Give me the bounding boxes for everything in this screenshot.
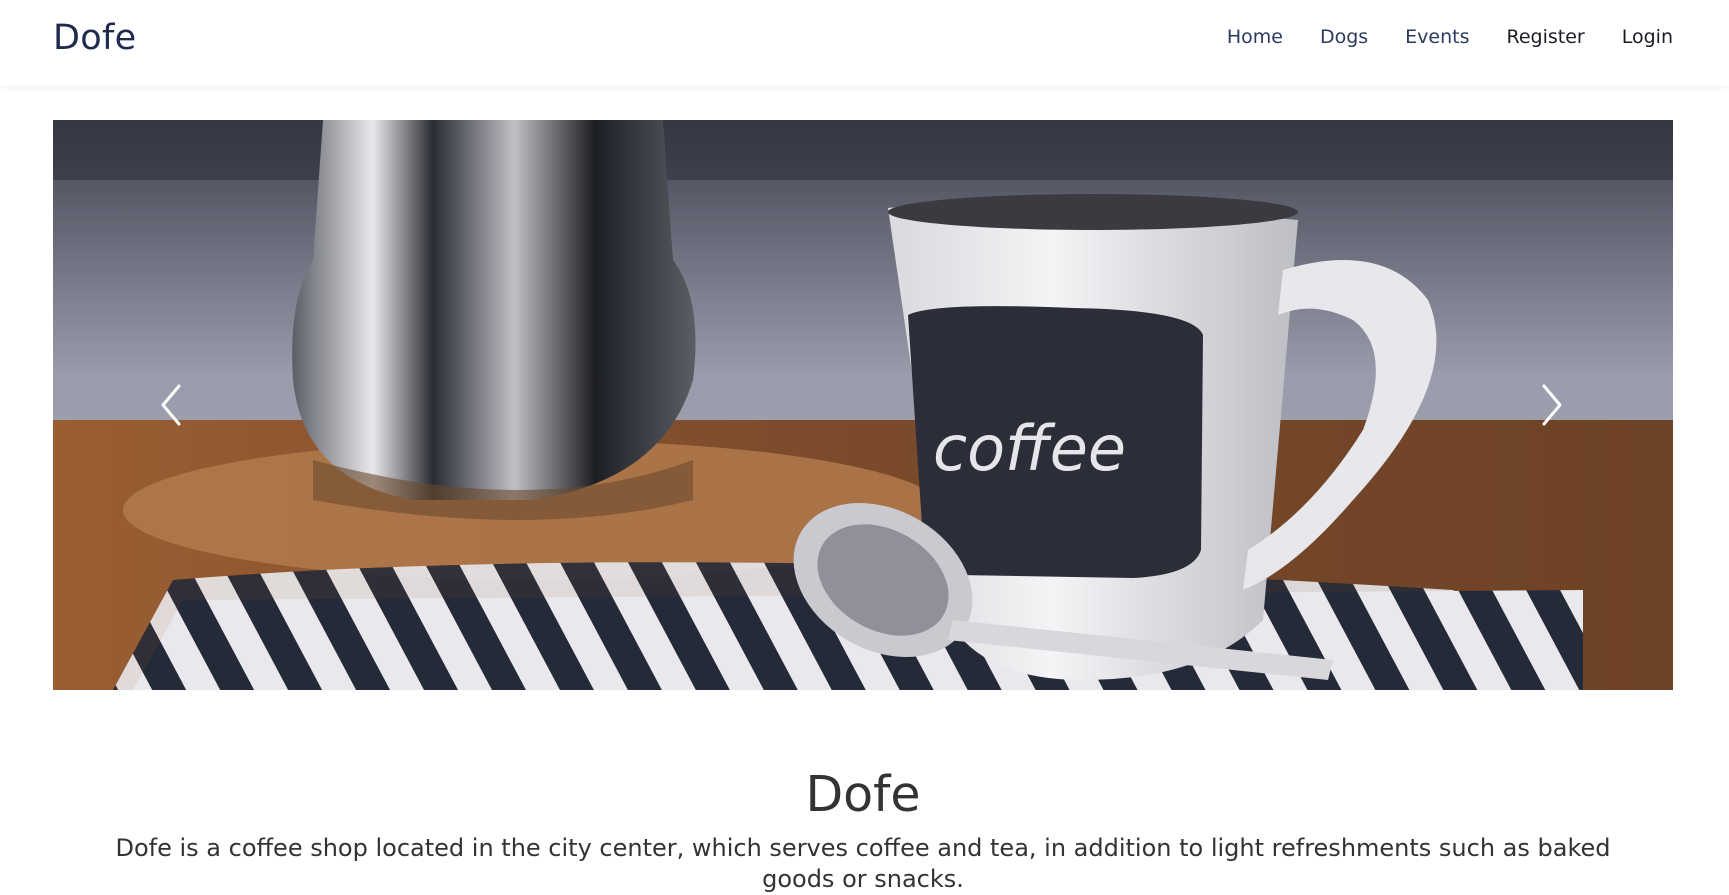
svg-text:coffee: coffee <box>933 412 1126 485</box>
chevron-left-icon <box>161 384 181 426</box>
coffee-mug-photo: coffee <box>53 120 1673 690</box>
brand-logo[interactable]: Dofe <box>53 18 136 58</box>
navbar: Dofe Home Dogs Events Register Login <box>0 0 1729 86</box>
nav-link-register[interactable]: Register <box>1507 26 1585 48</box>
nav-link-login[interactable]: Login <box>1622 26 1673 48</box>
nav-link-dogs[interactable]: Dogs <box>1320 26 1368 48</box>
nav-link-events[interactable]: Events <box>1405 26 1469 48</box>
carousel-next-button[interactable] <box>1530 380 1570 430</box>
hero-carousel[interactable]: coffee <box>53 120 1673 690</box>
intro-section: Dofe Dofe is a coffee shop located in th… <box>53 760 1673 895</box>
carousel-prev-button[interactable] <box>153 380 193 430</box>
nav-link-home[interactable]: Home <box>1227 26 1283 48</box>
chevron-right-icon <box>1542 384 1562 426</box>
page-title: Dofe <box>805 766 921 823</box>
intro-description: Dofe is a coffee shop located in the cit… <box>115 834 1611 893</box>
nav-links: Home Dogs Events Register Login <box>1190 26 1673 48</box>
